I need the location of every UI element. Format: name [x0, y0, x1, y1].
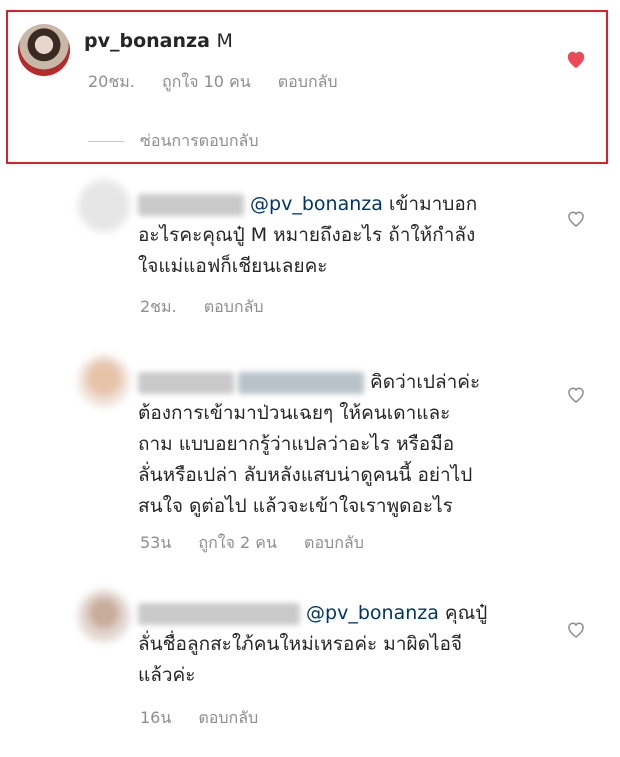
comment-meta: 2ชม. ตอบกลับ: [140, 295, 286, 320]
reply-link[interactable]: ตอบกลับ: [204, 297, 264, 316]
blurred-username[interactable]: [138, 371, 234, 394]
blurred-username[interactable]: [138, 602, 300, 625]
reply-link[interactable]: ตอบกลับ: [304, 533, 364, 552]
reply-comment-3: @pv_bonanza คุณปู๋ ลั่นชื่อลูกสะใภ้คนใหม…: [138, 598, 487, 691]
avatar[interactable]: [78, 355, 130, 407]
comment-time: 53น: [140, 533, 172, 552]
comment-meta: 20ชม. ถูกใจ 10 คน ตอบกลับ: [88, 70, 360, 95]
comment-time: 16น: [140, 708, 172, 727]
likes-count-link[interactable]: ถูกใจ 10 คน: [162, 72, 251, 91]
comment-text: ถาม แบบอยากรู้ว่าแปลว่าอะไร หรือมือ: [138, 433, 455, 455]
heart-filled-icon[interactable]: [565, 49, 587, 69]
avatar[interactable]: [18, 24, 70, 76]
blurred-username[interactable]: [138, 193, 244, 216]
comment-meta: 53น ถูกใจ 2 คน ตอบกลับ: [140, 531, 386, 556]
comment-text: ใจแม่แอฟก็เชียนเลยคะ: [138, 255, 328, 277]
comment-meta: 16น ตอบกลับ: [140, 706, 280, 731]
comment-username[interactable]: pv_bonanza: [84, 30, 210, 52]
comment-text: ลั่นหรือเปล่า ลับหลังแสบน่าดูคนนี้ อย่าไ…: [138, 464, 473, 486]
avatar[interactable]: [78, 180, 130, 232]
divider-line: [88, 141, 124, 142]
reply-comment-1: @pv_bonanza เข้ามาบอก อะไรคะคุณปู๋ M หมา…: [138, 189, 477, 282]
comment-text: คุณปู๋: [438, 602, 488, 624]
comment-text: ลั่นชื่อลูกสะใภ้คนใหม่เหรอค่ะ มาผิดไอจี: [138, 633, 463, 655]
reply-comment-2: คิดว่าเปล่าค่ะ ต้องการเข้ามาป่วนเฉยๆ ให้…: [138, 367, 480, 522]
reply-link[interactable]: ตอบกลับ: [198, 708, 258, 727]
heart-outline-icon[interactable]: [566, 620, 586, 639]
heart-outline-icon[interactable]: [566, 209, 586, 228]
comment-text: เข้ามาบอก: [382, 193, 478, 215]
comment-text: ต้องการเข้ามาป่วนเฉยๆ ให้คนเดาและ: [138, 402, 451, 424]
avatar[interactable]: [78, 590, 130, 642]
comment-text: คิดว่าเปล่าค่ะ: [370, 371, 481, 393]
comment-text: M: [216, 30, 233, 52]
reply-link[interactable]: ตอบกลับ: [278, 72, 338, 91]
mention-link[interactable]: @pv_bonanza: [306, 602, 439, 624]
comment-time: 20ชม.: [88, 72, 135, 91]
comment-text: อะไรคะคุณปู๋ M หมายถึงอะไร ถ้าให้กำลัง: [138, 224, 476, 246]
likes-count-link[interactable]: ถูกใจ 2 คน: [198, 533, 277, 552]
comment-text: สนใจ ดูต่อไป แล้วจะเข้าใจเราพูดอะไร: [138, 495, 453, 517]
blurred-mention[interactable]: [238, 371, 364, 394]
mention-link[interactable]: @pv_bonanza: [250, 193, 383, 215]
hide-replies-toggle[interactable]: ซ่อนการตอบกลับ: [88, 129, 258, 154]
hide-replies-label: ซ่อนการตอบกลับ: [140, 131, 259, 150]
comment-time: 2ชม.: [140, 297, 177, 316]
main-comment: pv_bonanza M: [84, 30, 233, 52]
heart-outline-icon[interactable]: [566, 385, 586, 404]
comment-text: แล้วค่ะ: [138, 664, 196, 686]
